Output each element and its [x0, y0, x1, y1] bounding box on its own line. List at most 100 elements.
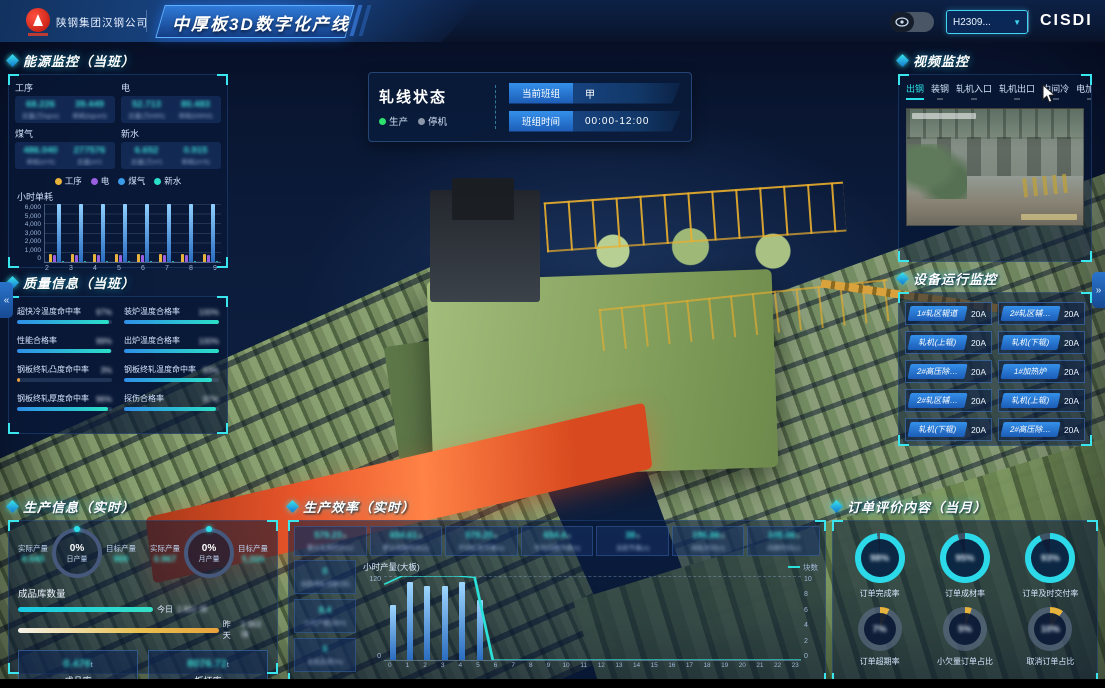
orders-donut-grid: 98% 订单完成率 95% 订单成材率 93% 订单及时交付率 7% 订单超期率… — [833, 521, 1097, 675]
hourly-line-chart — [384, 576, 801, 660]
order-donut: 95% 订单成材率 — [924, 533, 1005, 599]
daily-output-ring: 0% 日产量 — [52, 528, 102, 578]
hourly-output-chart: 小时产量(大板) 块数 1200 1086420 — [361, 560, 820, 672]
order-donut: 5% 小欠量订单占比 — [924, 607, 1005, 667]
video-feed[interactable] — [906, 108, 1084, 226]
order-donut: 98% 订单完成率 — [839, 533, 920, 599]
equipment-item[interactable]: 1#加热炉20A — [998, 360, 1085, 383]
company-logo — [26, 8, 50, 32]
video-tab-tapping[interactable]: 出钢 — [906, 82, 924, 100]
brand-logo: CISDI — [1040, 12, 1093, 30]
video-panel: 视频监控 出钢 装钢 轧机入口 轧机出口 中间冷 电加热 — [898, 50, 1092, 262]
header-divider — [1028, 10, 1029, 32]
video-overlay-camera-id — [912, 113, 976, 119]
legend-line — [788, 566, 800, 568]
legend-dot — [55, 178, 62, 185]
right-panel-collapse[interactable]: » — [1092, 272, 1105, 308]
legend-dot — [118, 178, 125, 185]
status-legend-production: 生产 — [379, 114, 408, 128]
energy-group: 新水 6.652总量(万m³) 0.915单耗(m³/t) — [121, 127, 221, 169]
efficiency-card: 196.86s纯轧时间(s) — [672, 526, 745, 556]
video-overlay-watermark — [1021, 214, 1077, 220]
video-panel-title: 视频监控 — [898, 50, 1092, 70]
hourly-plot — [384, 576, 801, 661]
order-donut: 10% 取消订单占比 — [1010, 607, 1091, 667]
equipment-item[interactable]: 2#高压除…20A — [905, 360, 992, 383]
shift-time-row: 班组时间 00:00-12:00 — [509, 111, 681, 132]
side-card: 0当前待轧块数(块) — [294, 560, 356, 594]
energy-value: 0.915 — [172, 145, 219, 156]
hourly-line — [384, 576, 801, 660]
equipment-panel: 设备运行监控 1#轧区辊道20A 2#轧区辅…20A 轧机(上辊)20A 轧机(… — [898, 268, 1092, 446]
video-tabs: 出钢 装钢 轧机入口 轧机出口 中间冷 电加热 — [899, 75, 1091, 103]
legend-dot — [91, 178, 98, 185]
energy-value: 68.226 — [17, 99, 64, 110]
toggle-knob — [890, 12, 914, 32]
status-dot — [379, 118, 386, 125]
efficiency-cards: 579.23s累计轧制时长(s) 654.61s累计间隙时长(s) 579.25… — [289, 521, 825, 560]
footer-bar — [0, 679, 1105, 688]
quality-item: 钢板终轧凸度命中率3% — [17, 364, 112, 382]
side-card: 0主机负荷(%) — [294, 638, 356, 672]
efficiency-card: 654.4s平均间隙节奏(s) — [521, 526, 594, 556]
production-panel: 生产信息（实时） 实际产量0.045 0% 日产量 目标产量900 实际产量0.… — [8, 496, 278, 674]
dashboard-stage: 陕钢集团汉钢公司 中厚板3D数字化产线 H2309... ▼ CISDI 能源监… — [0, 0, 1105, 688]
hourly-chart-legend: 块数 — [788, 562, 818, 573]
energy-panel: 能源监控（当班） 工序 68.226总量(万kgce) 39.449单耗(kgc… — [8, 50, 228, 268]
equipment-item[interactable]: 1#轧区辊道20A — [905, 302, 992, 325]
visibility-toggle[interactable] — [890, 12, 934, 32]
quality-item: 钢板终轧厚度命中率96% — [17, 393, 112, 411]
quality-panel-title: 质量信息（当班） — [8, 272, 228, 292]
efficiency-card: 108.06s间隙时间(s) — [747, 526, 820, 556]
efficiency-panel-title: 生产效率（实时） — [288, 496, 826, 516]
efficiency-card: 654.61s累计间隙时长(s) — [370, 526, 443, 556]
camera-select-dropdown[interactable]: H2309... ▼ — [946, 10, 1028, 34]
page-title: 中厚板3D数字化产线 — [172, 10, 350, 35]
energy-chart: 6,0005,0004,0003,0002,0001,0000 — [9, 204, 227, 265]
diamond-icon — [830, 500, 843, 513]
ring-dot — [206, 526, 212, 532]
energy-value: 52.713 — [123, 99, 170, 110]
video-tab-mill-exit[interactable]: 轧机出口 — [999, 82, 1035, 100]
video-tab-charging[interactable]: 装钢 — [931, 82, 949, 100]
equipment-panel-title: 设备运行监控 — [898, 268, 1092, 288]
quality-panel: 质量信息（当班） 超快冷温度命中率97% 装炉温度合格率100% 性能合格率99… — [8, 272, 228, 434]
energy-chart-title: 小时单耗 — [9, 188, 227, 204]
energy-group: 电 52.713总量(万kWh) 80.483单耗(kWh/t) — [121, 81, 221, 123]
energy-group: 工序 68.226总量(万kgce) 39.449单耗(kgce/t) — [15, 81, 115, 123]
equipment-item[interactable]: 2#高压除…20A — [998, 418, 1085, 441]
equipment-item[interactable]: 2#轧区辅…20A — [905, 389, 992, 412]
equipment-item[interactable]: 轧机(下辊)20A — [998, 331, 1085, 354]
stock-bar-yesterday: 昨天 3,963 块 — [9, 617, 277, 643]
order-donut: 7% 订单超期率 — [839, 607, 920, 667]
eye-icon — [895, 17, 909, 27]
quality-item: 装炉温度合格率100% — [124, 306, 219, 324]
video-feed-green-machines — [907, 144, 967, 200]
equipment-item[interactable]: 轧机(上辊)20A — [998, 389, 1085, 412]
diamond-icon — [6, 500, 19, 513]
equipment-item[interactable]: 轧机(下辊)20A — [905, 418, 992, 441]
efficiency-card: 579.25s平均轧制节奏(s) — [445, 526, 518, 556]
orders-panel: 订单评价内容（当月） 98% 订单完成率 95% 订单成材率 93% 订单及时交… — [832, 496, 1098, 684]
energy-group: 煤气 486.040单耗(m³/t) 277576总量(m³) — [15, 127, 115, 169]
efficiency-card: 38s当前节奏(s) — [596, 526, 669, 556]
energy-value: 6.652 — [123, 145, 170, 156]
left-panel-collapse[interactable]: « — [0, 282, 13, 318]
scene-tower-top — [452, 178, 514, 220]
equipment-item[interactable]: 2#轧区辅…20A — [998, 302, 1085, 325]
stock-bar-today: 今日 2,801 块 — [9, 602, 277, 617]
equipment-item[interactable]: 轧机(上辊)20A — [905, 331, 992, 354]
hourly-chart-title: 小时产量(大板) — [363, 561, 420, 573]
video-tab-intercool[interactable]: 中间冷 — [1042, 82, 1069, 100]
video-tab-mill-entry[interactable]: 轧机入口 — [956, 82, 992, 100]
quality-grid: 超快冷温度命中率97% 装炉温度合格率100% 性能合格率99% 出炉温度合格率… — [9, 297, 227, 420]
company-logo-subtext — [28, 33, 48, 36]
divider — [495, 85, 497, 129]
status-legend-stopped: 停机 — [418, 114, 447, 128]
quality-item: 探伤合格率97% — [124, 393, 219, 411]
video-tab-heater[interactable]: 电加热 — [1076, 82, 1091, 100]
diamond-icon — [896, 54, 909, 67]
dropdown-value: H2309... — [953, 17, 991, 28]
status-dot — [418, 118, 425, 125]
daily-output-gauge: 实际产量0.045 0% 日产量 目标产量900 — [11, 528, 143, 578]
